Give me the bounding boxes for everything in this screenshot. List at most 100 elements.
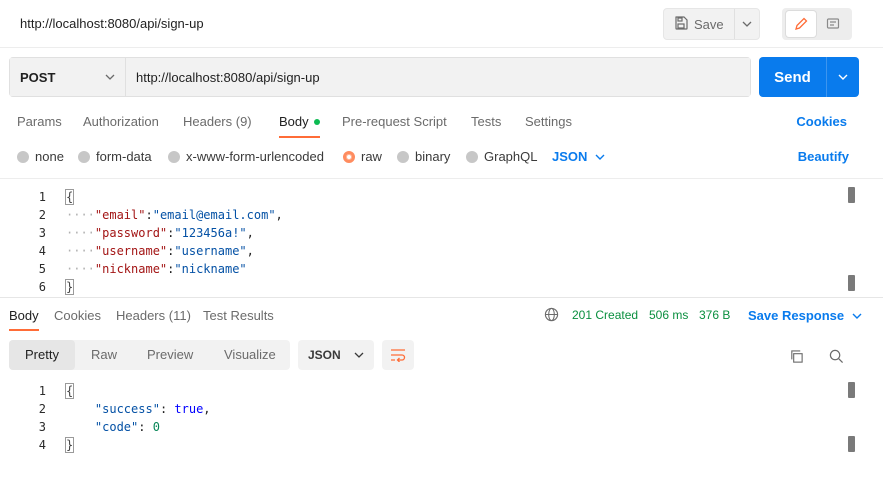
save-response-label: Save Response: [748, 308, 845, 323]
line-number: 6: [38, 280, 46, 294]
code-line: 2 ····"email":"email@email.com",: [0, 206, 845, 224]
json-value: "123456a!": [174, 226, 247, 240]
code-line: 1 {: [0, 382, 845, 400]
save-label: Save: [694, 16, 724, 32]
radio-label: form-data: [96, 149, 152, 164]
body-language-select[interactable]: JSON: [552, 149, 605, 164]
tab-response-body[interactable]: Body: [9, 308, 39, 331]
json-key: "code": [94, 420, 139, 434]
wrap-lines-button[interactable]: [382, 340, 414, 370]
chevron-down-icon: [595, 154, 605, 160]
save-response-button[interactable]: Save Response: [748, 308, 862, 323]
scrollbar-thumb[interactable]: [848, 275, 855, 291]
tab-response-cookies[interactable]: Cookies: [54, 308, 101, 323]
request-body-editor[interactable]: 1 { 2 ····"email":"email@email.com", 3 ·…: [0, 178, 883, 298]
url-input[interactable]: http://localhost:8080/api/sign-up: [126, 58, 750, 96]
response-format-tabs: Pretty Raw Preview Visualize: [9, 340, 290, 370]
save-button[interactable]: Save: [664, 9, 735, 39]
save-options-button[interactable]: [735, 9, 759, 39]
response-language-select[interactable]: JSON: [298, 340, 374, 370]
scrollbar-thumb[interactable]: [848, 187, 855, 203]
body-language-label: JSON: [552, 149, 588, 164]
tab-test-results[interactable]: Test Results: [203, 308, 274, 323]
radio-label: x-www-form-urlencoded: [186, 149, 324, 164]
tab-settings[interactable]: Settings: [525, 114, 572, 129]
radio-raw[interactable]: raw: [343, 149, 382, 164]
json-separator: ,: [203, 402, 211, 416]
search-button[interactable]: [826, 346, 846, 366]
status-code[interactable]: 201 Created: [572, 308, 638, 322]
wrap-lines-icon: [391, 349, 406, 362]
tab-params[interactable]: Params: [17, 114, 62, 129]
send-button[interactable]: Send: [759, 57, 827, 97]
scrollbar-thumb[interactable]: [848, 436, 855, 452]
format-pretty[interactable]: Pretty: [9, 340, 75, 370]
line-number: 3: [38, 226, 46, 240]
radio-indicator: [168, 150, 180, 163]
radio-binary[interactable]: binary: [397, 149, 450, 164]
response-time[interactable]: 506 ms: [649, 308, 688, 322]
radio-label: none: [35, 149, 64, 164]
line-number: 4: [38, 244, 46, 258]
close-brace: }: [64, 279, 75, 295]
close-brace: }: [64, 437, 75, 453]
radio-x-www-form-urlencoded[interactable]: x-www-form-urlencoded: [168, 149, 324, 164]
format-visualize[interactable]: Visualize: [224, 347, 276, 362]
globe-icon[interactable]: [544, 307, 559, 325]
comments-mode-button[interactable]: [818, 11, 848, 37]
json-value: true: [174, 402, 204, 416]
url-bar: POST http://localhost:8080/api/sign-up: [9, 57, 751, 97]
tab-headers[interactable]: Headers (9): [183, 114, 252, 129]
chevron-down-icon: [852, 313, 862, 319]
tab-pre-request-script[interactable]: Pre-request Script: [342, 114, 447, 129]
json-key: "nickname": [94, 262, 168, 276]
line-number: 2: [38, 402, 46, 416]
line-number: 4: [38, 438, 46, 452]
save-icon: [674, 15, 688, 33]
tab-body[interactable]: Body: [279, 114, 320, 138]
comment-icon: [826, 18, 840, 29]
copy-icon: [790, 349, 803, 363]
radio-graphql[interactable]: GraphQL: [466, 149, 537, 164]
beautify-button[interactable]: Beautify: [798, 149, 849, 164]
code-line: 4 ····"username":"username",: [0, 242, 845, 260]
code-line: 4 }: [0, 436, 845, 454]
line-number: 2: [38, 208, 46, 222]
json-value: "email@email.com": [152, 208, 276, 222]
code-line: 6 }: [0, 278, 845, 296]
radio-label: binary: [415, 149, 451, 164]
radio-none[interactable]: none: [17, 149, 64, 164]
json-key: "username": [94, 244, 168, 258]
format-preview[interactable]: Preview: [147, 347, 193, 362]
line-number: 3: [38, 420, 46, 434]
line-number: 1: [38, 190, 46, 204]
json-separator: ,: [246, 226, 254, 240]
view-mode-toggle: [782, 8, 852, 40]
tab-tests[interactable]: Tests: [471, 114, 501, 129]
tab-response-headers[interactable]: Headers (11): [116, 308, 191, 323]
radio-label: GraphQL: [484, 149, 538, 164]
code-line: 5 ····"nickname":"nickname": [0, 260, 845, 278]
send-options-button[interactable]: [827, 57, 859, 97]
method-select[interactable]: POST: [10, 58, 126, 96]
edit-mode-button[interactable]: [786, 11, 816, 37]
response-size[interactable]: 376 B: [699, 308, 730, 322]
code-line: 3 "code": 0: [0, 418, 845, 436]
code-line: 2 "success": true,: [0, 400, 845, 418]
copy-button[interactable]: [786, 346, 806, 366]
radio-form-data[interactable]: form-data: [78, 149, 152, 164]
response-body-viewer[interactable]: 1 { 2 "success": true, 3 "code": 0 4 }: [0, 380, 883, 480]
pencil-icon: [795, 17, 808, 30]
method-label: POST: [20, 69, 56, 85]
body-indicator-dot: [313, 118, 320, 125]
request-title[interactable]: http://localhost:8080/api/sign-up: [20, 16, 204, 31]
radio-indicator: [343, 150, 355, 163]
json-key: "email": [94, 208, 146, 222]
tab-authorization[interactable]: Authorization: [83, 114, 159, 129]
cookies-link[interactable]: Cookies: [796, 114, 847, 129]
format-raw[interactable]: Raw: [91, 347, 117, 362]
open-brace: {: [64, 189, 75, 205]
scrollbar-thumb[interactable]: [848, 382, 855, 398]
chevron-down-icon: [742, 21, 752, 27]
search-icon: [829, 349, 843, 363]
